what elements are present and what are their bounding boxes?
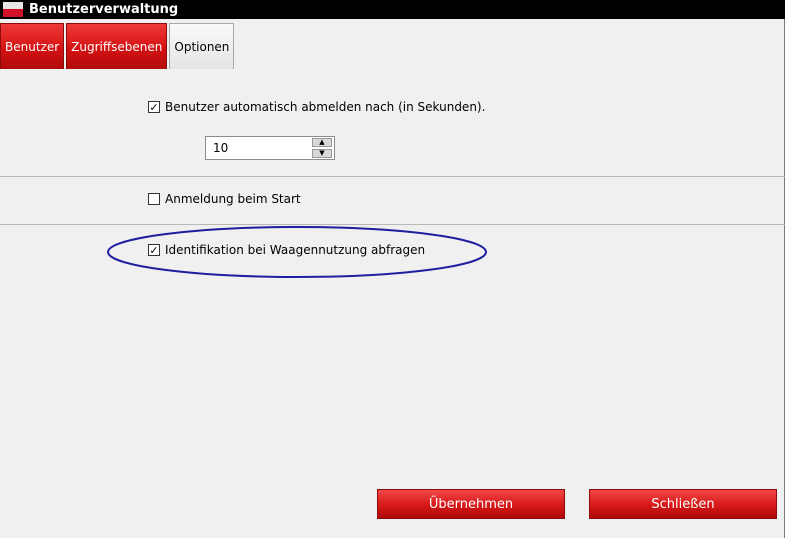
identify-on-scale-checkbox[interactable]: ✓ [148,244,160,256]
tab-optionen[interactable]: Optionen [169,23,235,69]
identify-on-scale-option[interactable]: ✓ Identifikation bei Waagennutzung abfra… [148,243,425,257]
login-on-start-option[interactable]: Anmeldung beim Start [148,192,301,206]
user-management-window: Benutzerverwaltung Benutzer Zugriffseben… [0,0,785,538]
logout-seconds-spinner[interactable]: 10 ▲ ▼ [205,136,335,160]
identify-on-scale-label: Identifikation bei Waagennutzung abfrage… [165,243,426,257]
spinner-up-icon[interactable]: ▲ [312,138,332,147]
window-title: Benutzerverwaltung [29,2,179,17]
app-logo-icon [3,2,23,17]
checkmark-icon: ✓ [149,243,159,257]
tab-bar: Benutzer Zugriffsebenen Optionen [0,23,236,69]
login-on-start-checkbox[interactable] [148,193,160,205]
section-divider [0,176,785,177]
login-on-start-label: Anmeldung beim Start [165,192,301,206]
apply-button[interactable]: Übernehmen [377,489,565,519]
auto-logout-label: Benutzer automatisch abmelden nach (in S… [165,100,486,114]
tab-zugriffsebenen[interactable]: Zugriffsebenen [66,23,168,69]
spinner-down-icon[interactable]: ▼ [312,149,332,158]
close-button[interactable]: Schließen [589,489,777,519]
auto-logout-option[interactable]: ✓ Benutzer automatisch abmelden nach (in… [148,100,485,114]
tab-benutzer[interactable]: Benutzer [0,23,65,69]
auto-logout-checkbox[interactable]: ✓ [148,101,160,113]
checkmark-icon: ✓ [149,100,159,114]
logout-seconds-value[interactable]: 10 [213,141,228,155]
title-bar: Benutzerverwaltung [0,0,785,19]
